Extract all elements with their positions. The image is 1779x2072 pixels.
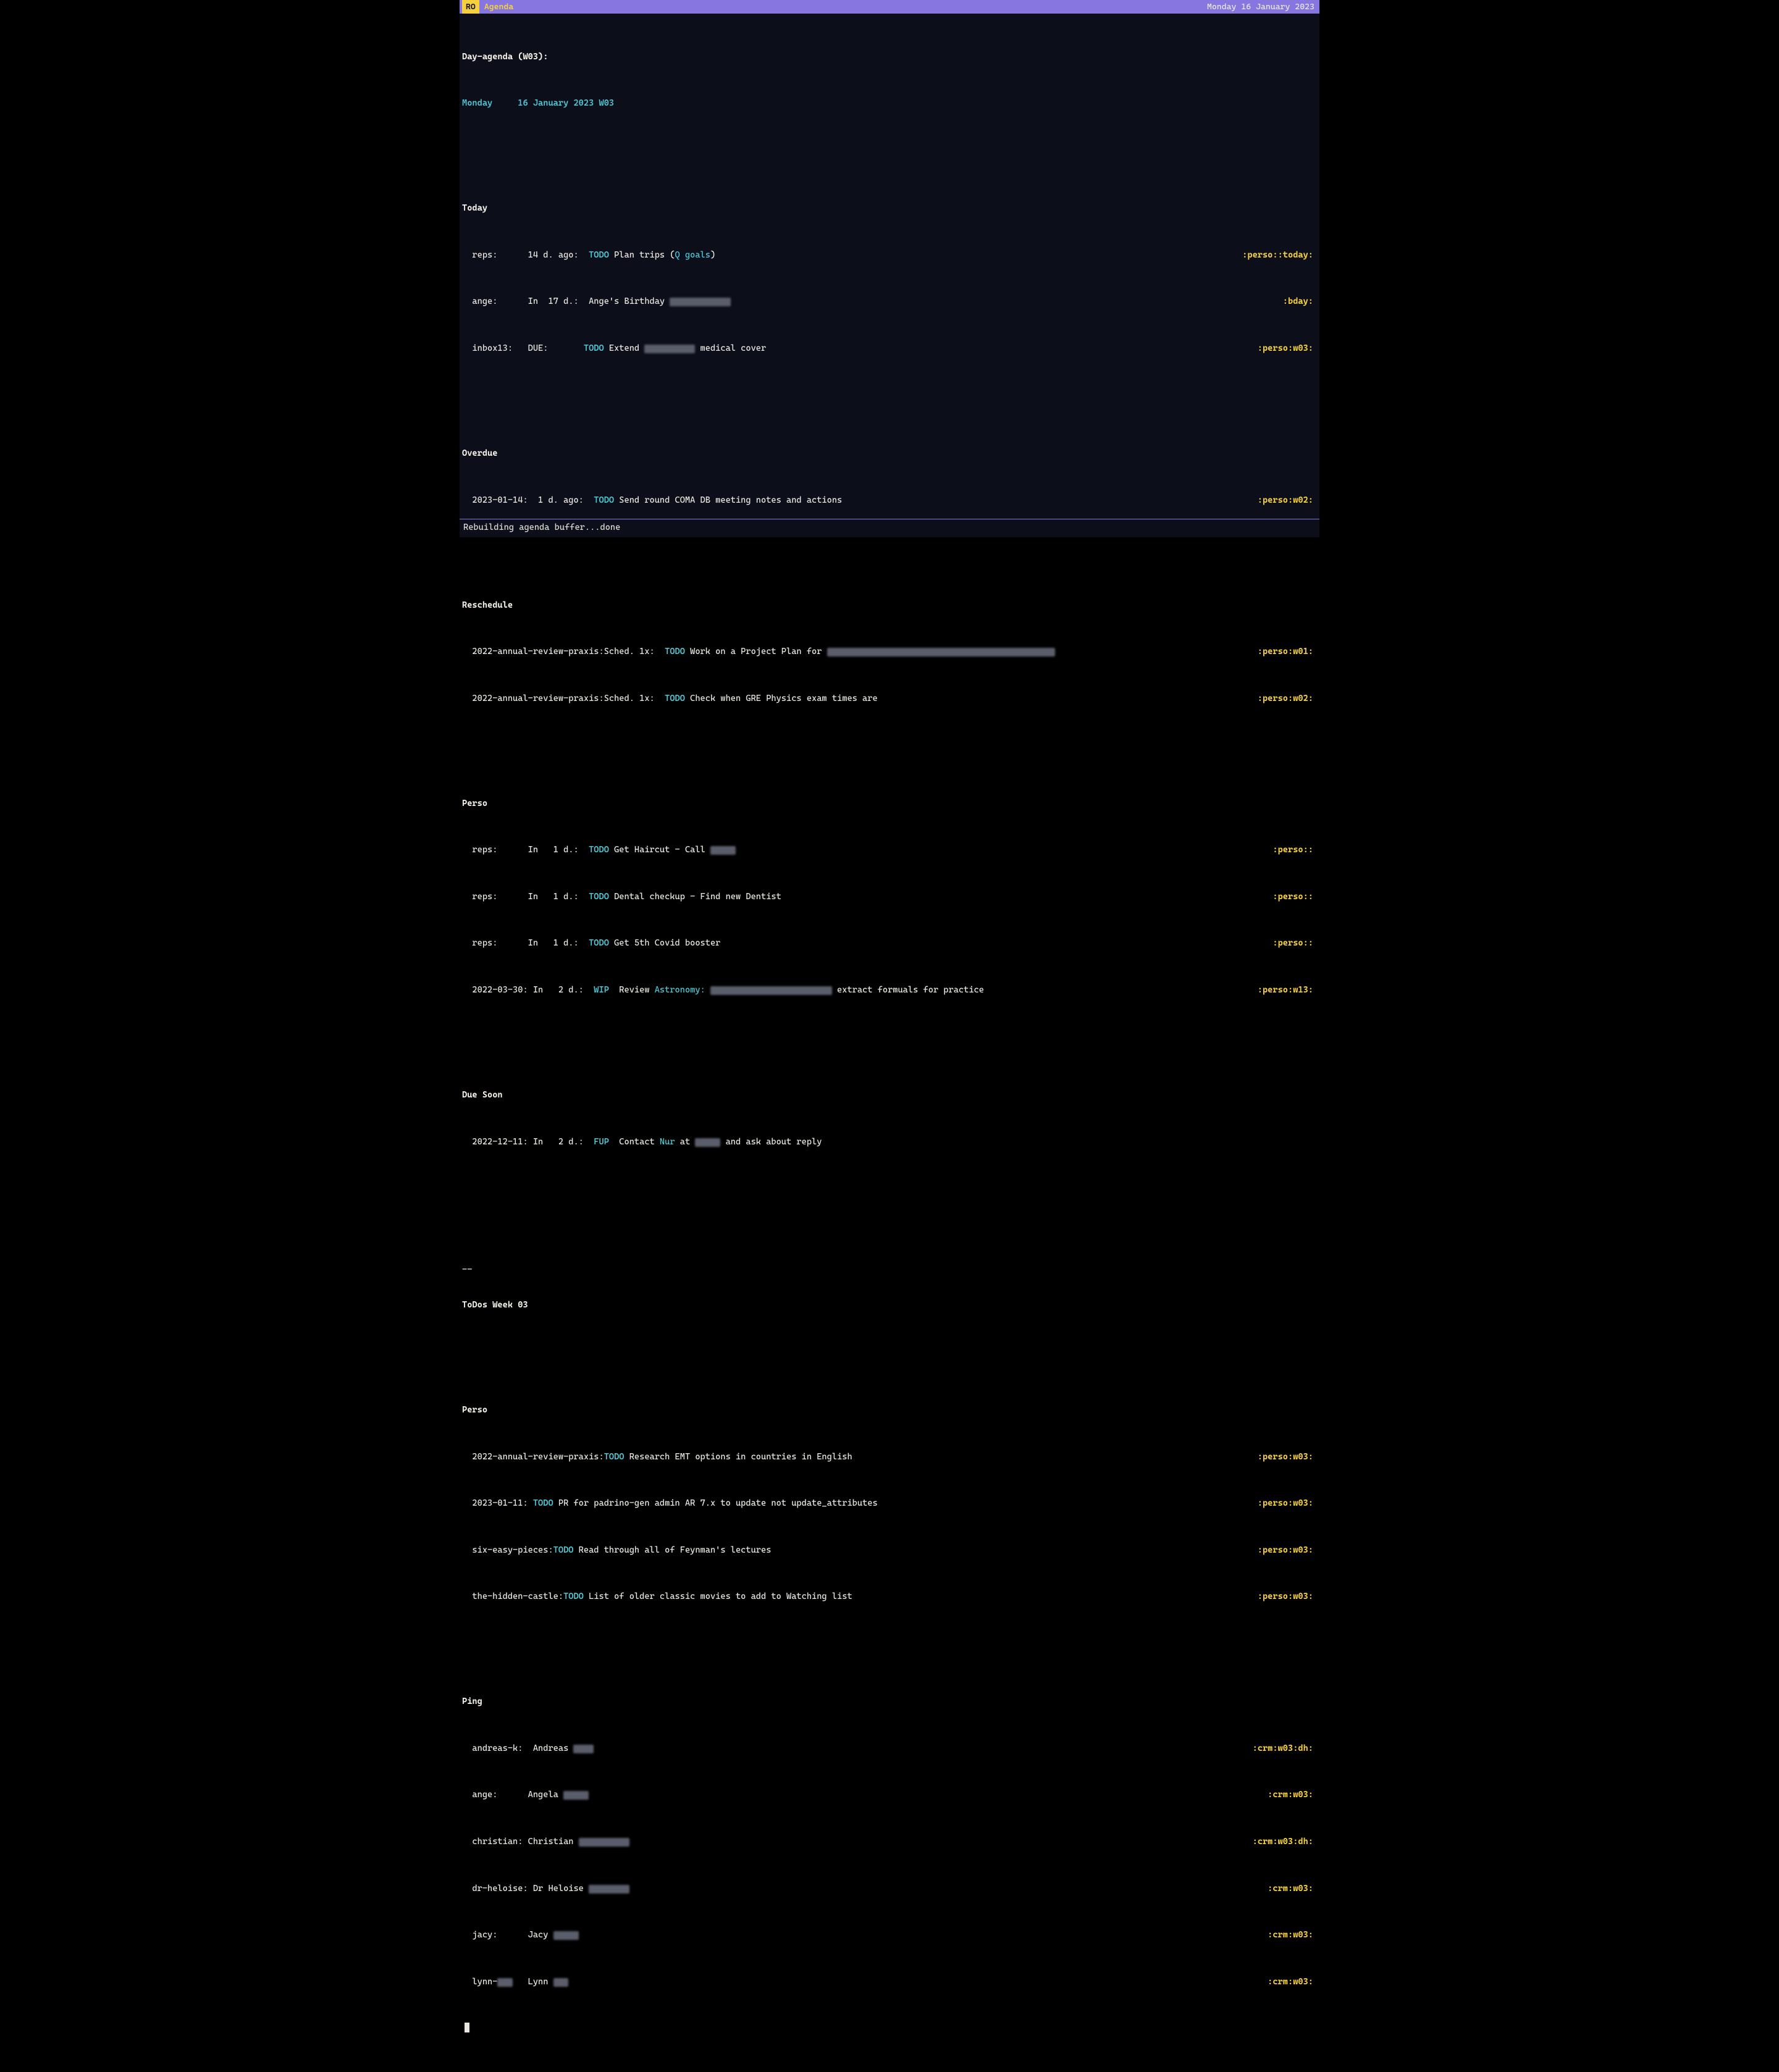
agenda-item[interactable]: christian: Christian xxxxxxxxxx :crm:w03…: [462, 1836, 1317, 1848]
org-tags: :crm:w03:dh:: [1253, 1836, 1317, 1848]
org-tags: :perso:w03:: [1258, 343, 1317, 354]
agenda-item[interactable]: reps: In 1 d.: TODO Get Haircut - Call x…: [462, 844, 1317, 856]
agenda-item[interactable]: reps: In 1 d.: TODO Get 5th Covid booste…: [462, 937, 1317, 949]
redacted-text: xxxx: [573, 1745, 594, 1753]
block-divider: --: [462, 1264, 1317, 1276]
agenda-item[interactable]: jacy: Jacy xxxxx :crm:w03:: [462, 1929, 1317, 1941]
agenda-item[interactable]: 2022-12-11: In 2 d.: FUP Contact Nur at …: [462, 1136, 1317, 1148]
org-tags: :perso:w03:: [1258, 1545, 1317, 1556]
agenda-item[interactable]: 2022-annual-review-praxis:Sched. 1x: TOD…: [462, 693, 1317, 705]
cursor-icon: [465, 2023, 469, 2032]
redacted-text: xxxxxxxxxxxxxxxxxxxxxxxx: [710, 986, 832, 995]
agenda-item[interactable]: 2023-01-14: 1 d. ago: TODO Send round CO…: [462, 495, 1317, 506]
org-link[interactable]: Q goals: [675, 250, 710, 260]
agenda-item[interactable]: the-hidden-castle:TODO List of older cla…: [462, 1591, 1317, 1603]
agenda-item[interactable]: 2023-01-11: TODO PR for padrino-gen admi…: [462, 1498, 1317, 1509]
org-tags: :perso:w02:: [1258, 495, 1317, 506]
org-tags: :crm:w03:: [1268, 1789, 1317, 1801]
org-tags: :crm:w03:: [1268, 1976, 1317, 1988]
section-reschedule: Reschedule: [462, 600, 1317, 611]
redacted-text: xxxxx: [710, 846, 736, 855]
section-ping: Ping: [462, 1696, 1317, 1708]
emacs-frame: RO Agenda Monday 16 January 2023 Day-age…: [460, 0, 1319, 537]
org-tags: :perso:w13:: [1258, 984, 1317, 996]
echo-area: Rebuilding agenda buffer...done: [460, 519, 1319, 537]
org-tags: :crm:w03:: [1268, 1929, 1317, 1941]
org-link[interactable]: Nur: [660, 1137, 675, 1147]
redacted-text: xxxxxxxxxx: [644, 345, 695, 353]
redacted-text: xxx: [553, 1978, 569, 1987]
section-today: Today: [462, 203, 1317, 214]
org-tags: :perso:w01:: [1258, 646, 1317, 658]
agenda-buffer[interactable]: Day-agenda (W03): Monday 16 January 2023…: [460, 14, 1319, 2072]
redacted-text: xxxxxxxxxxxxxxxxxxxxxxxxxxxxxxxxxxxxxxxx…: [827, 648, 1055, 656]
org-tags: :perso::: [1272, 937, 1317, 949]
agenda-item[interactable]: dr-heloise: Dr Heloise xxxxxxxx :crm:w03…: [462, 1883, 1317, 1895]
cursor-line: [462, 2023, 1317, 2032]
agenda-item[interactable]: reps: 14 d. ago: TODO Plan trips (Q goal…: [462, 250, 1317, 261]
org-tags: :perso:w03:: [1258, 1498, 1317, 1509]
org-tags: :perso::: [1272, 891, 1317, 903]
org-tags: :perso::: [1272, 844, 1317, 856]
section-perso: Perso: [462, 798, 1317, 810]
agenda-weekday: Monday: [462, 98, 492, 108]
redacted-text: xxxxxxxxxxxx: [670, 298, 730, 306]
org-link[interactable]: Astronomy:: [655, 985, 705, 995]
agenda-item[interactable]: 2022-annual-review-praxis:Sched. 1x: TOD…: [462, 646, 1317, 658]
redacted-text: xxxxxxxxxx: [579, 1838, 629, 1847]
agenda-item[interactable]: six-easy-pieces:TODO Read through all of…: [462, 1545, 1317, 1556]
redacted-text: xxx: [497, 1978, 513, 1987]
agenda-item[interactable]: inbox13: DUE: TODO Extend xxxxxxxxxx med…: [462, 343, 1317, 354]
agenda-item[interactable]: reps: In 1 d.: TODO Dental checkup - Fin…: [462, 891, 1317, 903]
org-tags: :crm:w03:: [1268, 1883, 1317, 1895]
agenda-item[interactable]: ange: Angela xxxxx :crm:w03:: [462, 1789, 1317, 1801]
agenda-item[interactable]: 2022-annual-review-praxis:TODO Research …: [462, 1451, 1317, 1463]
section-perso-week: Perso: [462, 1404, 1317, 1416]
agenda-date: 16 January 2023 W03: [518, 98, 614, 108]
modeline-spacer: [518, 0, 1202, 14]
agenda-item[interactable]: lynn-xxx Lynn xxx :crm:w03:: [462, 1976, 1317, 1988]
redacted-text: xxxxx: [553, 1931, 579, 1940]
org-tags: :bday:: [1283, 296, 1317, 308]
org-tags: :perso:w02:: [1258, 693, 1317, 705]
agenda-item[interactable]: andreas-k: Andreas xxxx :crm:w03:dh:: [462, 1743, 1317, 1755]
section-overdue: Overdue: [462, 448, 1317, 459]
org-tags: :crm:w03:dh:: [1253, 1743, 1317, 1755]
agenda-item[interactable]: ange: In 17 d.: Ange's Birthday xxxxxxxx…: [462, 296, 1317, 308]
modeline: RO Agenda Monday 16 January 2023: [460, 0, 1319, 14]
buffer-name[interactable]: Agenda: [479, 0, 518, 14]
redacted-text: xxxxx: [563, 1791, 589, 1800]
org-tags: :perso:w03:: [1258, 1451, 1317, 1463]
modeline-date: Monday 16 January 2023: [1202, 0, 1319, 14]
agenda-date-line[interactable]: Monday 16 January 2023 W03: [462, 98, 1317, 109]
redacted-text: xxxxxxxx: [589, 1885, 629, 1894]
org-tags: :perso::today:: [1242, 250, 1317, 261]
readonly-badge: RO: [462, 0, 479, 14]
agenda-title: Day-agenda (W03):: [462, 51, 1317, 63]
agenda-item[interactable]: 2022-03-30: In 2 d.: WIP Review Astronom…: [462, 984, 1317, 996]
section-due-soon: Due Soon: [462, 1089, 1317, 1101]
redacted-text: xxxxx: [695, 1138, 720, 1147]
section-todos-week: ToDos Week 03: [462, 1299, 1317, 1311]
org-tags: :perso:w03:: [1258, 1591, 1317, 1603]
